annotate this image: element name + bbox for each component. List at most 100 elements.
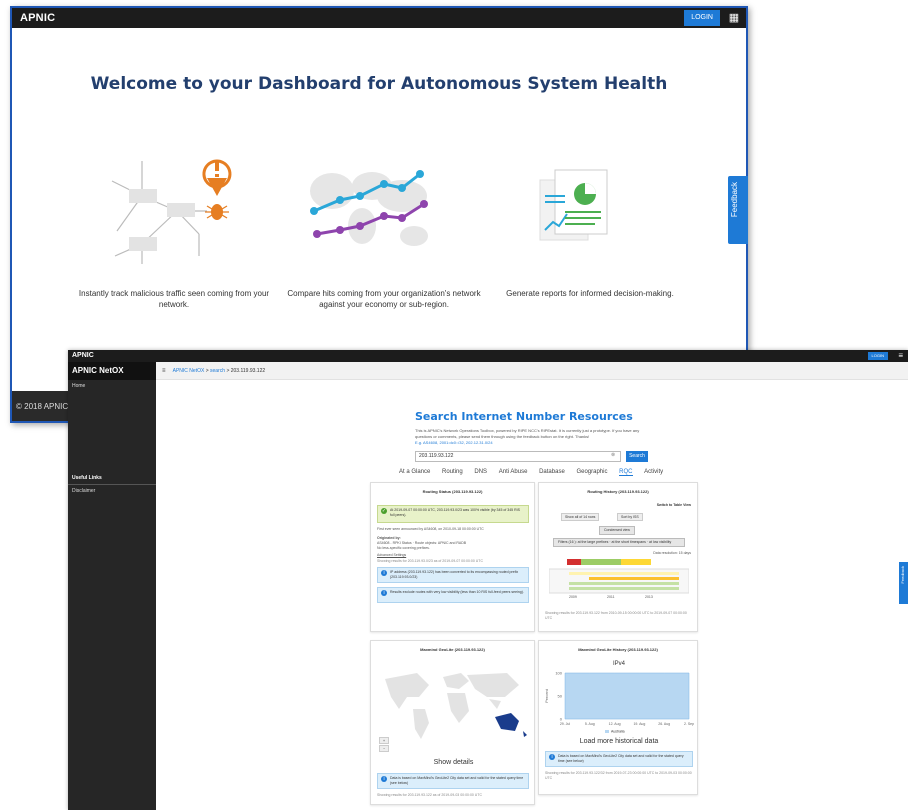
status-note: ✓ At 2019-09-07 00:00:00 UTC, 203.119.93…: [377, 505, 529, 523]
rows-total: 14: [583, 515, 588, 519]
malicious-traffic-icon: [111, 159, 232, 264]
reports-icon: [539, 169, 608, 241]
sidebar-item-disclaimer[interactable]: Disclaimer: [68, 485, 156, 497]
tab-database[interactable]: Database: [539, 469, 565, 475]
year-2009: 2009: [569, 595, 577, 599]
page-title: Welcome to your Dashboard for Autonomous…: [90, 74, 668, 94]
geolite-history-note-text: Data is based on MaxMind's GeoLite2 City…: [558, 754, 684, 763]
tab-activity[interactable]: Activity: [644, 469, 663, 475]
apnic-logo[interactable]: APNIC: [72, 352, 94, 359]
geolite-card: Maxmind GeoLite (203.119.93.122) + − Sho…: [370, 640, 535, 805]
footer: © 2018 APNIC: [12, 391, 72, 421]
zoom-out-button[interactable]: −: [379, 745, 390, 752]
breadcrumb-current: 203.119.93.122: [230, 368, 266, 374]
sort-by-control[interactable]: Sort by ISS: [617, 513, 643, 521]
year-2013: 2013: [645, 595, 653, 599]
grid-icon[interactable]: ▦: [728, 12, 740, 24]
info-icon: i: [381, 776, 387, 782]
info-icon: i: [381, 570, 387, 576]
visibility-note-text: Results exclude routes with very low vis…: [390, 590, 524, 594]
y-tick-label: 50: [558, 694, 563, 699]
card-title: Maxmind GeoLite (203.119.93.122): [420, 647, 485, 652]
showing-results-text: Showing results for 203.119.93.0/23 as o…: [377, 559, 483, 563]
netox-top-bar: APNIC LOGIN ≡: [68, 350, 908, 362]
info-icon: i: [549, 754, 555, 760]
tab-geographic[interactable]: Geographic: [576, 469, 607, 475]
card-title: Routing Status (203.119.93.122): [422, 489, 483, 494]
show-details-link[interactable]: Show details: [371, 759, 536, 766]
geolite-history-card: Maxmind GeoLite History (203.119.93.122)…: [538, 640, 698, 795]
load-more-link[interactable]: Load more historical data: [539, 738, 699, 745]
feedback-tab[interactable]: Feedback: [728, 176, 748, 244]
legend-swatch: [605, 730, 609, 733]
tab-routing[interactable]: Routing: [442, 469, 463, 475]
card-title: Maxmind GeoLite History (203.119.93.122): [578, 647, 658, 652]
y-tick-label: 100: [555, 671, 562, 676]
result-tabs: At a Glance Routing DNS Anti Abuse Datab…: [399, 469, 673, 479]
x-tick-label: 5. Aug: [585, 722, 595, 726]
geolite-note-text: Data is based on MaxMind's GeoLite2 City…: [390, 776, 524, 785]
sidebar-brand[interactable]: APNIC NetOX: [68, 362, 156, 380]
menu-icon[interactable]: ≡: [898, 351, 903, 361]
tab-at-a-glance[interactable]: At a Glance: [399, 469, 430, 475]
x-tick-label: 26. Aug: [658, 722, 670, 726]
hamburger-icon[interactable]: ≡: [162, 368, 166, 374]
filters-bar[interactable]: Filters (16 ): at the large prefixes · a…: [553, 538, 685, 547]
zoom-in-button[interactable]: +: [379, 737, 390, 744]
show-rows-control[interactable]: Show all of 14 rows: [561, 513, 600, 521]
x-tick-label: 19. Aug: [633, 722, 645, 726]
showing-results-text: Showing results for 203.119.93.122 as of…: [377, 793, 483, 797]
netox-window: APNIC LOGIN ≡ APNIC NetOX Home Useful Li…: [68, 350, 908, 810]
data-resolution-text: Data resolution: 15 days: [653, 551, 691, 555]
feature-caption-2: Compare hits coming from your organizati…: [287, 289, 481, 309]
sidebar: APNIC NetOX Home Useful Links Disclaimer: [68, 362, 156, 810]
condensed-view-button[interactable]: Condensed view: [599, 526, 635, 535]
sort-label: Sort by: [621, 515, 633, 519]
tab-anti-abuse[interactable]: Anti Abuse: [499, 469, 528, 475]
less-specific-text: No less-specific covering prefixes.: [377, 546, 430, 550]
feedback-label: Feedback: [900, 566, 905, 584]
year-2011: 2011: [607, 595, 615, 599]
search-title: Search Internet Number Resources: [415, 410, 633, 423]
feedback-tab[interactable]: Feedback: [899, 562, 908, 604]
x-tick-label: 29. Jul: [560, 722, 571, 726]
tab-rqc[interactable]: RQC: [619, 469, 633, 476]
status-note-text: At 2019-09-07 00:00:00 UTC, 203.119.93.0…: [390, 508, 520, 517]
breadcrumb: ≡ APNIC NetOX > search > 203.119.93.122: [156, 362, 908, 380]
world-map[interactable]: [377, 663, 529, 743]
feedback-label: Feedback: [730, 182, 739, 218]
chart-title: IPv4: [612, 661, 625, 667]
show-label: Show: [565, 515, 574, 519]
show-value: all: [574, 515, 579, 519]
geolite-history-note: i Data is based on MaxMind's GeoLite2 Ci…: [545, 751, 693, 767]
series-area-australia: [564, 672, 690, 720]
geolite-note: i Data is based on MaxMind's GeoLite2 Ci…: [377, 773, 529, 789]
search-button[interactable]: Search: [626, 451, 648, 462]
feature-caption-1: Instantly track malicious traffic seen c…: [78, 289, 270, 309]
search-input[interactable]: 203.119.93.122: [415, 451, 621, 462]
advanced-settings-link[interactable]: Advanced Settings: [377, 553, 529, 558]
intro-text: This is APNIC's Network Operations Toolb…: [415, 428, 653, 446]
login-button[interactable]: LOGIN: [684, 10, 720, 26]
check-icon: ✓: [381, 508, 387, 514]
first-seen-text: First ever seen announced by AS4608, on …: [377, 527, 484, 531]
converted-note-text: IP address (203.119.93.122) has been con…: [390, 570, 519, 579]
feature-caption-3: Generate reports for informed decision-m…: [506, 289, 674, 298]
breadcrumb-search[interactable]: search: [210, 368, 225, 374]
rows-label: rows: [588, 515, 596, 519]
converted-note: i IP address (203.119.93.122) has been c…: [377, 567, 529, 583]
sidebar-item-home[interactable]: Home: [68, 380, 156, 392]
breadcrumb-root[interactable]: APNIC NetOX: [173, 368, 205, 374]
sidebar-heading-useful-links: Useful Links: [68, 472, 156, 485]
dashboard-top-bar: APNIC LOGIN ▦: [12, 8, 746, 28]
of-label: of: [579, 515, 583, 519]
switch-table-view-link[interactable]: Switch to Table View: [657, 503, 691, 508]
clear-search-icon[interactable]: ⊗: [611, 452, 615, 458]
intro-examples[interactable]: E.g. AS4608, 2001:dc0::/32, 202.12.31.0/…: [415, 440, 493, 445]
apnic-logo[interactable]: APNIC: [20, 12, 55, 24]
x-tick-label: 2. Sep: [684, 722, 694, 726]
login-button[interactable]: LOGIN: [867, 352, 888, 360]
card-title: Routing History (203.119.93.122): [587, 489, 649, 494]
tab-dns[interactable]: DNS: [474, 469, 487, 475]
showing-results-text: Showing results for 203.119.93.122/32 fr…: [545, 771, 692, 780]
